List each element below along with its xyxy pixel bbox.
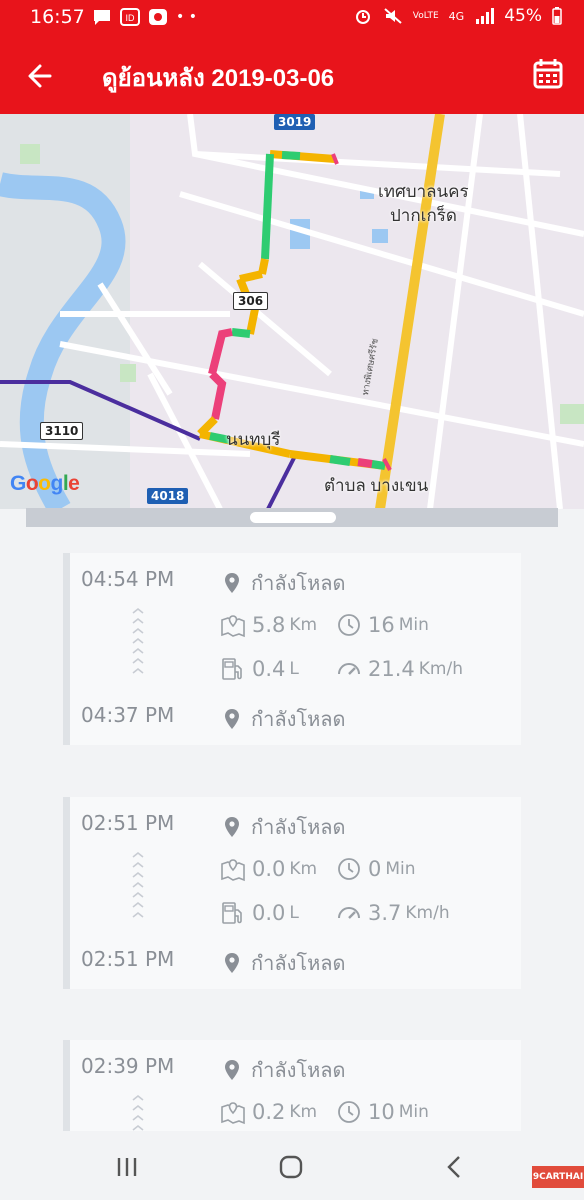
trip-distance: 0.2 (252, 1100, 286, 1124)
trip-end-time: 04:37 PM (81, 703, 175, 727)
trip-start-time: 04:54 PM (81, 567, 175, 591)
notification-icons: ID • • (92, 8, 197, 26)
trip-distance: 0.0 (252, 857, 286, 881)
location-pin-icon (225, 817, 239, 837)
map-canvas (0, 114, 584, 509)
road-shield-306: 306 (233, 292, 269, 310)
volte-indicator: VoLTE (412, 11, 439, 21)
trip-distance-unit: Km (289, 615, 318, 635)
trip-duration-unit: Min (398, 1102, 429, 1122)
map-label-district-line1: เทศบาลนคร (378, 182, 469, 201)
trip-start-location: กำลังโหลด (251, 817, 346, 839)
status-time: 16:57 (30, 6, 85, 28)
clock-icon (338, 614, 360, 636)
trip-fuel: 0.4 (252, 657, 286, 681)
map-label-district-line2: ปากเกร็ด (390, 206, 457, 225)
chevrons-up-icon (132, 851, 144, 918)
trip-fuel: 0.0 (252, 901, 286, 925)
bottom-sheet-drag-bar[interactable] (26, 508, 558, 527)
system-nav-bar: 9CARTHAI (0, 1131, 584, 1200)
trip-speed: 21.4 (368, 657, 415, 681)
map-distance-icon (221, 859, 245, 882)
trip-start-location: กำลังโหลด (251, 1060, 346, 1082)
signal-icon (476, 8, 495, 24)
map-label-district: เทศบาลนคร (378, 178, 469, 205)
map-label-district-2: ปากเกร็ด (390, 202, 457, 229)
map-label-city: นนทบุรี (226, 430, 281, 449)
battery-percent: 45% (504, 6, 542, 26)
back-chevron-icon[interactable] (441, 1153, 469, 1181)
chevrons-up-icon (132, 607, 144, 674)
network-indicator: 4G (448, 9, 465, 23)
trip-card[interactable]: 04:54 PM กำลังโหลด 5.8 Km 16 Min 0.4 L 2… (63, 553, 521, 745)
status-bar: 16:57 ID • • VoLTE 4G 45% (0, 0, 584, 38)
home-icon[interactable] (277, 1153, 305, 1181)
clock-icon (338, 858, 360, 880)
more-dots-icon: • • (176, 9, 197, 25)
google-logo: Google (10, 472, 80, 495)
system-icons: VoLTE 4G 45% (353, 6, 562, 26)
app-header: 16:57 ID • • VoLTE 4G 45% ดูย้อนหลัง 201… (0, 0, 584, 114)
map-distance-icon (221, 1102, 245, 1125)
watermark: 9CARTHAI (532, 1166, 584, 1188)
battery-icon (552, 7, 562, 25)
road-shield-3019: 3019 (274, 114, 316, 130)
trip-fuel-unit: L (289, 659, 299, 679)
map-distance-icon (221, 615, 245, 638)
trip-duration: 0 (368, 857, 382, 881)
trip-end-location: กำลังโหลด (251, 709, 346, 731)
road-shield-3110: 3110 (40, 422, 84, 440)
trip-speed-unit: Km/h (418, 659, 463, 679)
map-label-subdistrict: ตำบล บางเขน (324, 476, 429, 495)
svg-text:ID: ID (126, 13, 136, 23)
trip-duration: 16 (368, 613, 395, 637)
trip-speed-unit: Km/h (405, 903, 450, 923)
road-shield-4018: 4018 (147, 488, 189, 504)
location-pin-icon (225, 573, 239, 593)
location-pin-icon (225, 709, 239, 729)
trip-end-location: กำลังโหลด (251, 953, 346, 975)
trip-distance: 5.8 (252, 613, 286, 637)
trip-start-location: กำลังโหลด (251, 573, 346, 595)
speedometer-icon (338, 907, 360, 919)
trip-card[interactable]: 02:51 PM กำลังโหลด 0.0 Km 0 Min 0.0 L 3.… (63, 797, 521, 989)
route-map[interactable]: เทศบาลนคร ปากเกร็ด นนทบุรี ตำบล บางเขน ท… (0, 114, 584, 509)
trip-card[interactable]: 02:39 PM กำลังโหลด 0.2 Km 10 Min (63, 1040, 521, 1131)
speedometer-icon (338, 663, 360, 675)
clock-icon (338, 1101, 360, 1123)
mute-icon (384, 8, 402, 24)
trip-end-time: 02:51 PM (81, 947, 175, 971)
arrow-left-icon[interactable] (22, 58, 58, 94)
page-title: ดูย้อนหลัง 2019-03-06 (102, 65, 335, 92)
chevrons-up-icon (132, 1094, 144, 1131)
trip-speed: 3.7 (368, 901, 402, 925)
location-pin-icon (225, 1060, 239, 1080)
trip-duration: 10 (368, 1100, 395, 1124)
trip-start-time: 02:51 PM (81, 811, 175, 835)
trip-distance-unit: Km (289, 859, 318, 879)
message-icon (94, 10, 110, 25)
fuel-pump-icon (222, 658, 242, 680)
trip-duration-unit: Min (385, 859, 416, 879)
trip-distance-unit: Km (289, 1102, 318, 1122)
trip-start-time: 02:39 PM (81, 1054, 175, 1078)
drag-handle[interactable] (250, 512, 336, 523)
calendar-icon[interactable] (530, 56, 566, 92)
fuel-pump-icon (222, 902, 242, 924)
trip-duration-unit: Min (398, 615, 429, 635)
recent-apps-icon[interactable] (113, 1153, 141, 1181)
location-pin-icon (225, 953, 239, 973)
app-notification-icon (149, 9, 167, 25)
alarm-icon (355, 10, 370, 24)
true-id-icon: ID (120, 8, 140, 26)
trip-fuel-unit: L (289, 903, 299, 923)
